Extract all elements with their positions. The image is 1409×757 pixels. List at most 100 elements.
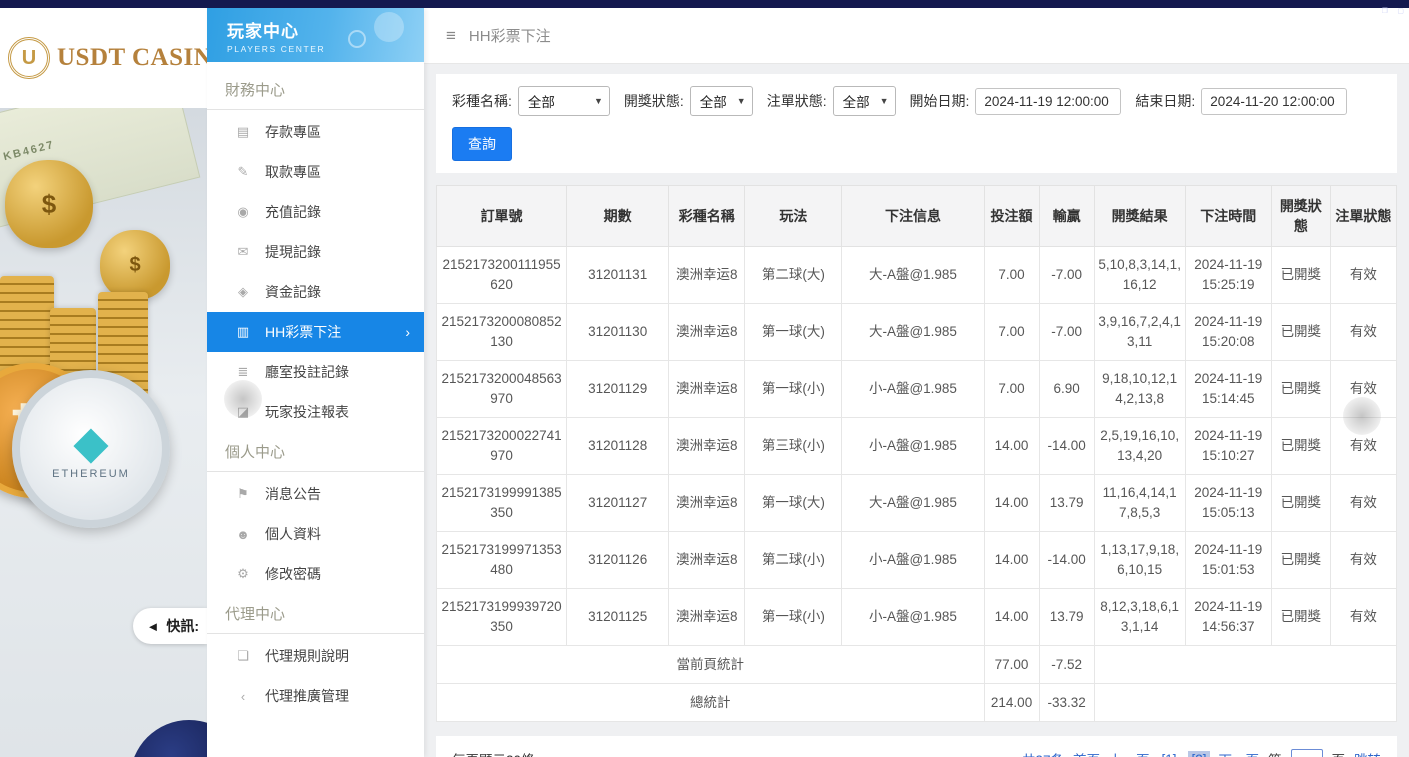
select-value: 全部 (528, 91, 555, 111)
sidebar-item-label: 取款專區 (265, 162, 321, 182)
cell-result: 11,16,4,14,17,8,5,3 (1094, 475, 1185, 532)
cell-order-status: 有效 (1330, 418, 1396, 475)
column-header: 注單狀態 (1330, 186, 1396, 247)
cell-order-no: 2152173199939720350 (437, 589, 567, 646)
prev-page-link[interactable]: 上一页 (1109, 749, 1150, 757)
news-ticker[interactable]: ◄ 快訊: (133, 608, 207, 644)
cell-lottery: 澳洲幸运8 (669, 475, 745, 532)
summary-amount: 77.00 (984, 646, 1039, 684)
sidebar-section-title: 個人中心 (207, 432, 424, 472)
window-expand-icon[interactable]: ▢ (1397, 8, 1404, 16)
sidebar-subtitle: PLAYERS CENTER (227, 44, 424, 54)
sidebar-item-player-report[interactable]: ◪玩家投注報表 (207, 392, 424, 432)
site-logo[interactable]: U USDT CASINO (0, 8, 207, 108)
news-ticker-label: 快訊: (166, 616, 199, 636)
logo-text: USDT CASINO (57, 44, 207, 72)
cell-amount: 7.00 (984, 361, 1039, 418)
cell-win-loss: 13.79 (1039, 475, 1094, 532)
ethereum-logo-icon: ◆ (73, 419, 108, 465)
funds-record-icon: ◈ (235, 284, 251, 300)
cell-bet-info: 小-A盤@1.985 (842, 361, 984, 418)
cell-order-status: 有效 (1330, 247, 1396, 304)
column-header: 輸贏 (1039, 186, 1094, 247)
ethereum-coin-decor: ◆ ETHEREUM (12, 370, 170, 528)
start-date-input[interactable] (975, 88, 1121, 115)
sidebar-item-agent-rules[interactable]: ❏代理規則說明 (207, 636, 424, 676)
sidebar-item-profile[interactable]: ☻個人資料 (207, 514, 424, 554)
cell-period: 31201130 (567, 304, 669, 361)
lottery-bet-icon: ▥ (235, 324, 251, 340)
left-background-region: U USDT CASINO KB4627 $ $ ₿ ◆ ETHEREUM ◄ … (0, 8, 207, 757)
summary-amount: 214.00 (984, 684, 1039, 722)
summary-winloss: -7.52 (1039, 646, 1094, 684)
cell-bet-info: 大-A盤@1.985 (842, 247, 984, 304)
cell-order-status: 有效 (1330, 304, 1396, 361)
cell-lottery: 澳洲幸运8 (669, 247, 745, 304)
goto-page-input[interactable] (1291, 749, 1323, 757)
cell-order-no: 2152173200111955620 (437, 247, 567, 304)
summary-row: 當前頁統計77.00-7.52 (437, 646, 1397, 684)
money-bag-decor: $ (5, 160, 93, 248)
sidebar-item-label: 玩家投注報表 (265, 402, 349, 422)
menu-toggle-icon[interactable]: ≡ (446, 26, 456, 46)
top-window-bar: ❐ ▢ (0, 0, 1409, 8)
table-row: 215217320011195562031201131澳洲幸运8第二球(大)大-… (437, 247, 1397, 304)
next-page-link[interactable]: 下一页 (1219, 749, 1260, 757)
cell-play: 第一球(小) (745, 589, 842, 646)
sidebar-item-room-bet-record[interactable]: ≣廳室投註記錄 (207, 352, 424, 392)
lottery-name-select[interactable]: 全部 ▼ (518, 86, 610, 116)
sidebar-item-change-password[interactable]: ⚙修改密碼 (207, 554, 424, 594)
cell-order-no: 2152173199971353480 (437, 532, 567, 589)
sidebar-item-deposit[interactable]: ▤存款專區 (207, 112, 424, 152)
page-1-link[interactable]: [1] (1158, 751, 1179, 757)
sidebar-item-agent-promotion[interactable]: ‹代理推廣管理 (207, 676, 424, 716)
cell-amount: 14.00 (984, 532, 1039, 589)
total-count: 共27条 (1022, 749, 1064, 757)
summary-label: 當前頁統計 (437, 646, 985, 684)
search-button[interactable]: 查詢 (452, 127, 512, 161)
cell-time: 2024-11-19 15:01:53 (1185, 532, 1271, 589)
page-title: HH彩票下注 (469, 25, 551, 46)
cell-time: 2024-11-19 15:05:13 (1185, 475, 1271, 532)
cell-lottery: 澳洲幸运8 (669, 532, 745, 589)
floating-widget[interactable] (130, 720, 207, 757)
room-bet-record-icon: ≣ (235, 364, 251, 380)
page-2-link[interactable]: [2] (1188, 751, 1209, 757)
sidebar-nav: 財務中心▤存款專區✎取款專區◉充值記錄✉提現記錄◈資金記錄▥HH彩票下注›≣廳室… (207, 62, 424, 716)
sidebar-item-withdraw[interactable]: ✎取款專區 (207, 152, 424, 192)
cell-bet-info: 小-A盤@1.985 (842, 589, 984, 646)
select-value: 全部 (700, 91, 727, 111)
summary-label: 總統計 (437, 684, 985, 722)
sidebar-item-withdraw-record[interactable]: ✉提現記錄 (207, 232, 424, 272)
cell-result: 1,13,17,9,18,6,10,15 (1094, 532, 1185, 589)
goto-prefix-label: 第 (1268, 749, 1282, 757)
cell-bet-info: 小-A盤@1.985 (842, 418, 984, 475)
cell-win-loss: 13.79 (1039, 589, 1094, 646)
sidebar-item-label: HH彩票下注 (265, 322, 341, 342)
sidebar-item-announcements[interactable]: ⚑消息公告 (207, 474, 424, 514)
pagination-bar: 每頁顯示20條 共27条 首页 上一页 [1] [2] 下一页 第 页 跳转 (436, 736, 1397, 757)
order-status-select[interactable]: 全部 ▼ (833, 86, 896, 116)
cell-amount: 14.00 (984, 418, 1039, 475)
cell-lottery: 澳洲幸运8 (669, 589, 745, 646)
window-restore-icon[interactable]: ❐ (1382, 8, 1388, 16)
cell-draw-status: 已開獎 (1271, 475, 1330, 532)
draw-status-select[interactable]: 全部 ▼ (690, 86, 753, 116)
cell-period: 31201127 (567, 475, 669, 532)
cell-order-status: 有效 (1330, 589, 1396, 646)
jump-link[interactable]: 跳转 (1354, 749, 1381, 757)
summary-row: 總統計214.00-33.32 (437, 684, 1397, 722)
agent-promotion-share-icon: ‹ (235, 689, 251, 704)
cell-lottery: 澳洲幸运8 (669, 361, 745, 418)
cell-bet-info: 小-A盤@1.985 (842, 532, 984, 589)
sidebar-item-funds-record[interactable]: ◈資金記錄 (207, 272, 424, 312)
page-size-text: 每頁顯示20條 (452, 749, 535, 757)
order-status-label: 注單狀態: (767, 91, 827, 111)
column-header: 下注信息 (842, 186, 984, 247)
first-page-link[interactable]: 首页 (1073, 749, 1100, 757)
cell-play: 第二球(小) (745, 532, 842, 589)
sidebar-item-lottery-bet[interactable]: ▥HH彩票下注› (207, 312, 424, 352)
sidebar-item-label: 存款專區 (265, 122, 321, 142)
sidebar-item-recharge-record[interactable]: ◉充值記錄 (207, 192, 424, 232)
end-date-input[interactable] (1201, 88, 1347, 115)
